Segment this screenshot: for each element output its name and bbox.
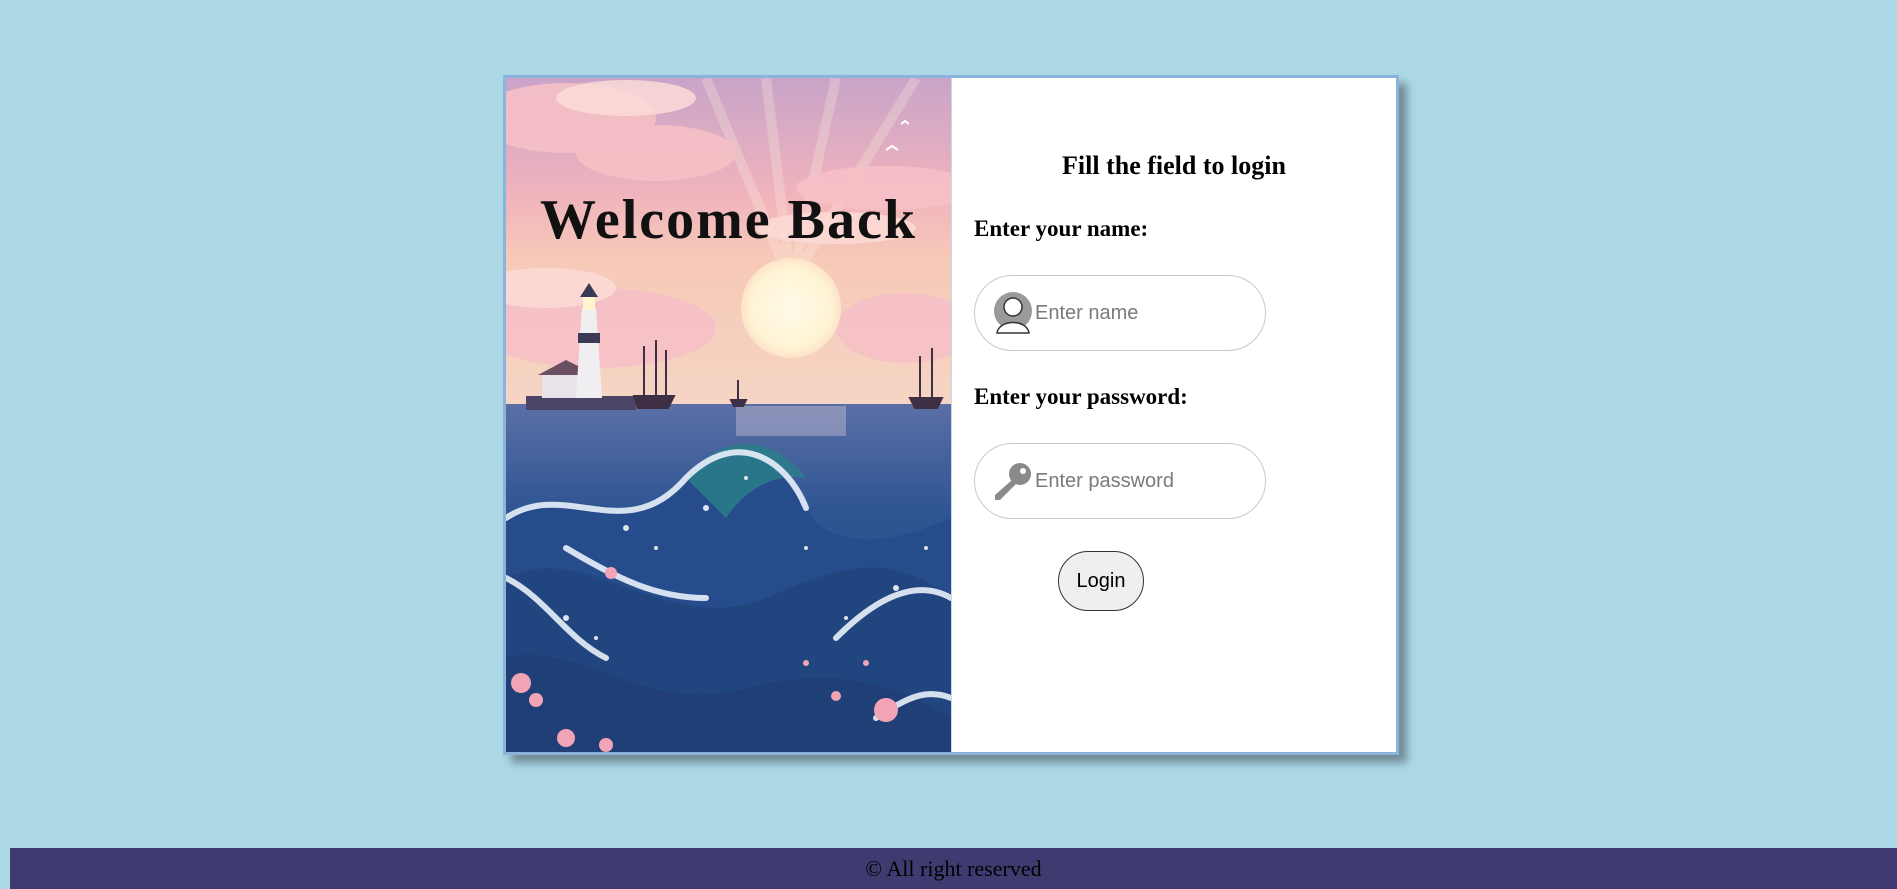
password-field[interactable] — [974, 443, 1266, 519]
hero-panel: Welcome Back — [506, 78, 952, 752]
copyright-text: © All right reserved — [865, 856, 1042, 881]
welcome-heading: Welcome Back — [539, 189, 918, 251]
login-form: Fill the field to login Enter your name:… — [952, 78, 1396, 752]
password-label: Enter your password: — [974, 384, 1188, 409]
footer: © All right reserved — [10, 848, 1897, 889]
ocean-lighthouse-image — [506, 78, 951, 752]
login-card: Welcome Back Fill the field to login Ent… — [503, 75, 1399, 755]
key-icon — [991, 459, 1035, 503]
password-input[interactable] — [1035, 469, 1235, 493]
name-input[interactable] — [1035, 301, 1235, 325]
name-field[interactable] — [974, 275, 1266, 351]
name-label: Enter your name: — [974, 216, 1149, 241]
login-button[interactable]: Login — [1058, 551, 1144, 611]
user-icon — [991, 291, 1035, 335]
form-title: Fill the field to login — [1062, 151, 1286, 180]
